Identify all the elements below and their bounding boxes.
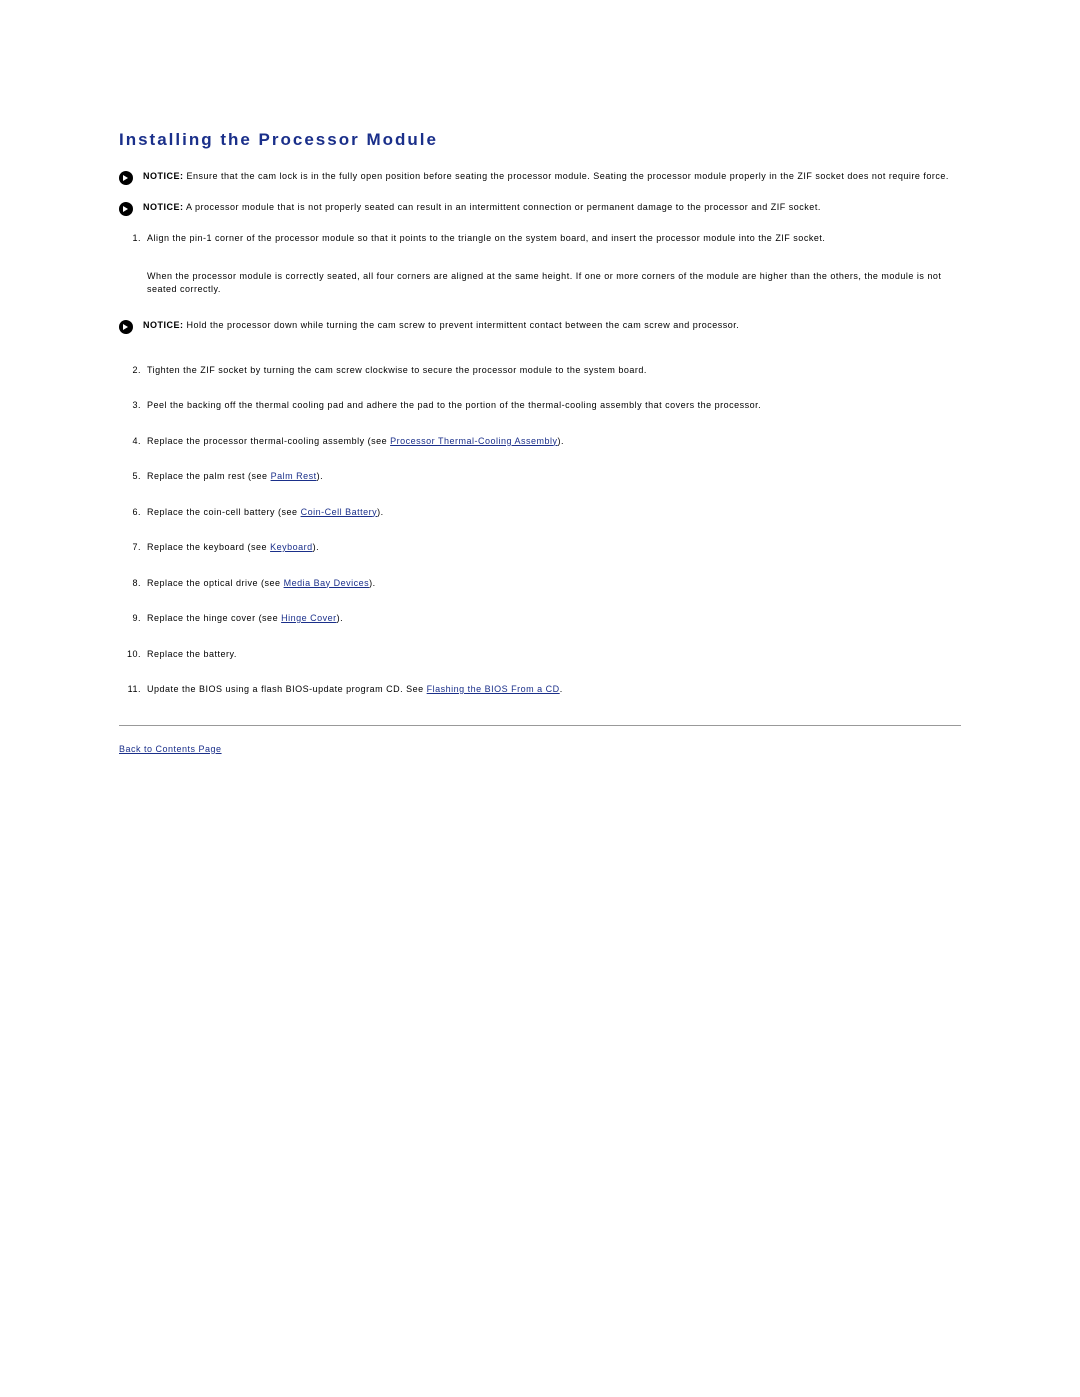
notice-icon (119, 171, 133, 185)
notice-icon (119, 320, 133, 334)
link-keyboard[interactable]: Keyboard (270, 542, 313, 552)
step-text-pre: Replace the keyboard (see (147, 542, 270, 552)
step-text-pre: Replace the processor thermal-cooling as… (147, 436, 390, 446)
step-text-pre: Update the BIOS using a flash BIOS-updat… (147, 684, 427, 694)
link-hinge-cover[interactable]: Hinge Cover (281, 613, 337, 623)
step-text-pre: Replace the coin-cell battery (see (147, 507, 301, 517)
step-7: Replace the keyboard (see Keyboard). (119, 541, 961, 555)
section-heading: Installing the Processor Module (119, 130, 961, 150)
notice-1: NOTICE: Ensure that the cam lock is in t… (119, 170, 961, 185)
step-1: Align the pin-1 corner of the processor … (119, 232, 961, 297)
back-link-wrap: Back to Contents Page (119, 744, 961, 754)
link-palm-rest[interactable]: Palm Rest (271, 471, 317, 481)
step-9: Replace the hinge cover (see Hinge Cover… (119, 612, 961, 626)
document-content: Installing the Processor Module NOTICE: … (0, 0, 1080, 754)
step-text-post: ). (377, 507, 384, 517)
steps-section: Align the pin-1 corner of the processor … (119, 232, 961, 697)
notice-text: NOTICE: Ensure that the cam lock is in t… (143, 170, 949, 184)
step-text: Align the pin-1 corner of the processor … (147, 233, 825, 243)
step-text-post: . (560, 684, 563, 694)
step-subtext: When the processor module is correctly s… (147, 270, 961, 297)
step-text: Replace the battery. (147, 649, 237, 659)
step-4: Replace the processor thermal-cooling as… (119, 435, 961, 449)
step-3: Peel the backing off the thermal cooling… (119, 399, 961, 413)
notice-body: Hold the processor down while turning th… (187, 320, 740, 330)
step-6: Replace the coin-cell battery (see Coin-… (119, 506, 961, 520)
link-media-bay-devices[interactable]: Media Bay Devices (284, 578, 370, 588)
notice-icon (119, 202, 133, 216)
step-text-post: ). (337, 613, 344, 623)
step-text-pre: Replace the optical drive (see (147, 578, 284, 588)
step-5: Replace the palm rest (see Palm Rest). (119, 470, 961, 484)
notice-label: NOTICE: (143, 320, 184, 330)
step-text: Peel the backing off the thermal cooling… (147, 400, 761, 410)
ordered-steps: Align the pin-1 corner of the processor … (119, 232, 961, 297)
link-flashing-bios[interactable]: Flashing the BIOS From a CD (427, 684, 560, 694)
step-text-post: ). (369, 578, 376, 588)
step-text-pre: Replace the palm rest (see (147, 471, 271, 481)
step-10: Replace the battery. (119, 648, 961, 662)
step-text: Tighten the ZIF socket by turning the ca… (147, 365, 647, 375)
notice-3: NOTICE: Hold the processor down while tu… (119, 319, 961, 334)
step-text-post: ). (558, 436, 565, 446)
notice-text: NOTICE: A processor module that is not p… (143, 201, 821, 215)
notice-2: NOTICE: A processor module that is not p… (119, 201, 961, 216)
back-to-contents-link[interactable]: Back to Contents Page (119, 744, 222, 754)
step-2: Tighten the ZIF socket by turning the ca… (119, 364, 961, 378)
notice-body: A processor module that is not properly … (186, 202, 821, 212)
notice-label: NOTICE: (143, 202, 184, 212)
notice-label: NOTICE: (143, 171, 184, 181)
notice-text: NOTICE: Hold the processor down while tu… (143, 319, 739, 333)
step-text-post: ). (313, 542, 320, 552)
link-thermal-cooling-assembly[interactable]: Processor Thermal-Cooling Assembly (390, 436, 557, 446)
notice-body: Ensure that the cam lock is in the fully… (187, 171, 949, 181)
ordered-steps-cont: Tighten the ZIF socket by turning the ca… (119, 364, 961, 697)
step-11: Update the BIOS using a flash BIOS-updat… (119, 683, 961, 697)
step-text-pre: Replace the hinge cover (see (147, 613, 281, 623)
step-8: Replace the optical drive (see Media Bay… (119, 577, 961, 591)
step-text-post: ). (317, 471, 324, 481)
divider (119, 725, 961, 726)
link-coin-cell-battery[interactable]: Coin-Cell Battery (301, 507, 378, 517)
